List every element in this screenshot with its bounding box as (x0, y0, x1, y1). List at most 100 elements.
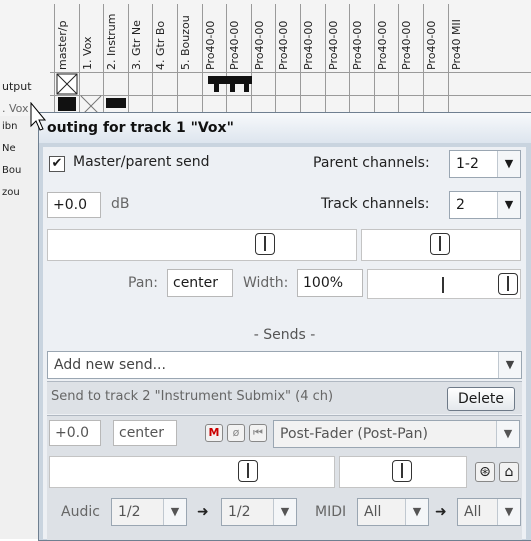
chevron-down-icon: ▼ (273, 499, 296, 525)
matrix-gridline (177, 4, 178, 114)
audio-src-select[interactable]: 1/2 ▼ (111, 498, 187, 526)
pan-fader[interactable] (361, 229, 521, 261)
chevron-down-icon: ▼ (405, 499, 428, 525)
matrix-gridline (54, 4, 55, 114)
matrix-column-label: Pro40-00 (253, 20, 266, 70)
parent-channels-value: 1-2 (456, 156, 479, 172)
send-mode-select[interactable]: Post-Fader (Post-Pan) ▼ (273, 420, 520, 448)
matrix-column-label: Pro40 MII (450, 19, 463, 70)
matrix-gridline (423, 4, 424, 114)
matrix-column-header: Pro40-00 (301, 4, 325, 70)
matrix-gridline (202, 4, 203, 114)
window-title: outing for track 1 "Vox" (39, 113, 531, 143)
matrix-column-label: Pro40-00 (228, 20, 241, 70)
matrix-column-header: master/p (55, 4, 79, 70)
routing-matrix: master/p 1. Vox 2. Instrum 3. Gtr Ne 4. Gtr … (0, 0, 531, 130)
send-pan-fader-knob[interactable] (392, 460, 412, 482)
matrix-column-label: Pro40-00 (351, 20, 364, 70)
midi-dst-select[interactable]: All ▼ (457, 498, 521, 526)
matrix-gridline (128, 4, 129, 114)
pan-fader-knob[interactable] (430, 233, 450, 255)
home-icon[interactable]: ⌂ (499, 462, 519, 482)
track-channels-label: Track channels: (321, 196, 430, 212)
matrix-column-label: Pro40-00 (302, 20, 315, 70)
matrix-column-header: Pro40-00 (424, 4, 448, 70)
width-input[interactable]: 100% (297, 269, 363, 297)
volume-input[interactable]: +0.0 (47, 192, 101, 218)
routing-window: outing for track 1 "Vox" ✔ Master/parent… (38, 112, 531, 541)
midi-label: MIDI (315, 504, 347, 520)
matrix-gridline (226, 4, 227, 114)
delete-send-button[interactable]: Delete (447, 387, 515, 411)
matrix-gridline (448, 4, 449, 114)
channel-bar (244, 84, 249, 92)
matrix-gridline (251, 4, 252, 114)
matrix-column-header: Pro40 MII (449, 4, 473, 70)
matrix-column-label: Pro40-00 (327, 20, 340, 70)
track-channels-select[interactable]: 2 ▼ (449, 191, 521, 219)
send-mute-button[interactable]: M (205, 424, 223, 442)
parent-channels-select[interactable]: 1-2 ▼ (449, 150, 521, 178)
matrix-column-header: Pro40-00 (375, 4, 399, 70)
width-fader[interactable] (367, 269, 521, 299)
parent-channels-label: Parent channels: (313, 155, 430, 171)
send-volume-input[interactable]: +0.0 (49, 420, 101, 446)
matrix-column-label: 3. Gtr Ne (130, 20, 143, 70)
master-send-checkbox[interactable]: ✔ (49, 156, 65, 172)
phase-invert-icon[interactable]: ø (227, 424, 245, 442)
matrix-column-header: 1. Vox (80, 4, 104, 70)
chevron-down-icon: ▼ (163, 499, 186, 525)
matrix-column-header: 2. Instrum (104, 4, 128, 70)
matrix-column-label: 4. Gtr Bo (154, 20, 167, 70)
no-route-x-icon[interactable] (56, 73, 78, 95)
add-send-placeholder: Add new send... (54, 357, 166, 373)
matrix-column-label: master/p (56, 20, 69, 70)
matrix-gridline (349, 4, 350, 114)
matrix-column-header: Pro40-00 (203, 4, 227, 70)
channel-bar (208, 76, 252, 84)
matrix-gridline (398, 4, 399, 114)
matrix-column-header: Pro40-00 (350, 4, 374, 70)
volume-fader-knob[interactable] (255, 233, 275, 255)
mouse-pointer-icon (30, 102, 46, 131)
midi-src-value: All (364, 504, 382, 520)
channel-bar (214, 84, 219, 92)
volume-unit: dB (111, 196, 130, 212)
midi-dst-value: All (464, 504, 482, 520)
matrix-column-label: Pro40-00 (204, 20, 217, 70)
envelope-icon[interactable]: ⊛ (475, 462, 495, 482)
row-label-output: utput (2, 80, 32, 93)
send-title: Send to track 2 "Instrument Submix" (4 c… (51, 389, 334, 404)
pan-label: Pan: (128, 275, 158, 291)
matrix-column-label: 1. Vox (81, 36, 94, 70)
chevron-down-icon: ▼ (496, 421, 519, 447)
matrix-gridline (300, 4, 301, 114)
send-volume-fader[interactable] (49, 456, 335, 488)
chevron-down-icon: ▼ (498, 352, 521, 378)
send-mode-value: Post-Fader (Post-Pan) (280, 426, 428, 442)
matrix-column-label: Pro40-00 (400, 20, 413, 70)
midi-src-select[interactable]: All ▼ (357, 498, 429, 526)
matrix-gridline (275, 4, 276, 114)
send-pan-input[interactable]: center (113, 420, 177, 446)
width-center-tick (442, 277, 444, 293)
audio-src-value: 1/2 (118, 504, 141, 520)
arrow-right-icon: ➜ (197, 504, 209, 520)
matrix-column-header: Pro40-00 (252, 4, 276, 70)
route-indicator[interactable] (58, 97, 76, 111)
width-fader-knob[interactable] (498, 273, 518, 295)
pan-input[interactable]: center (167, 269, 233, 297)
audio-dst-select[interactable]: 1/2 ▼ (221, 498, 297, 526)
add-send-select[interactable]: Add new send... ▼ (47, 351, 522, 379)
send-volume-fader-knob[interactable] (238, 460, 258, 482)
matrix-column-header: 5. Bouzou (178, 4, 202, 70)
volume-fader[interactable] (47, 229, 357, 261)
matrix-column-label: Pro40-00 (376, 20, 389, 70)
sends-header: - Sends - (253, 327, 316, 343)
mono-icon[interactable]: ⏮ (249, 424, 267, 442)
audio-label: Audic (61, 504, 100, 520)
matrix-gridline (325, 4, 326, 114)
send-pan-fader[interactable] (339, 456, 467, 488)
channel-bar (106, 98, 126, 108)
track-label: Bou (2, 165, 22, 176)
